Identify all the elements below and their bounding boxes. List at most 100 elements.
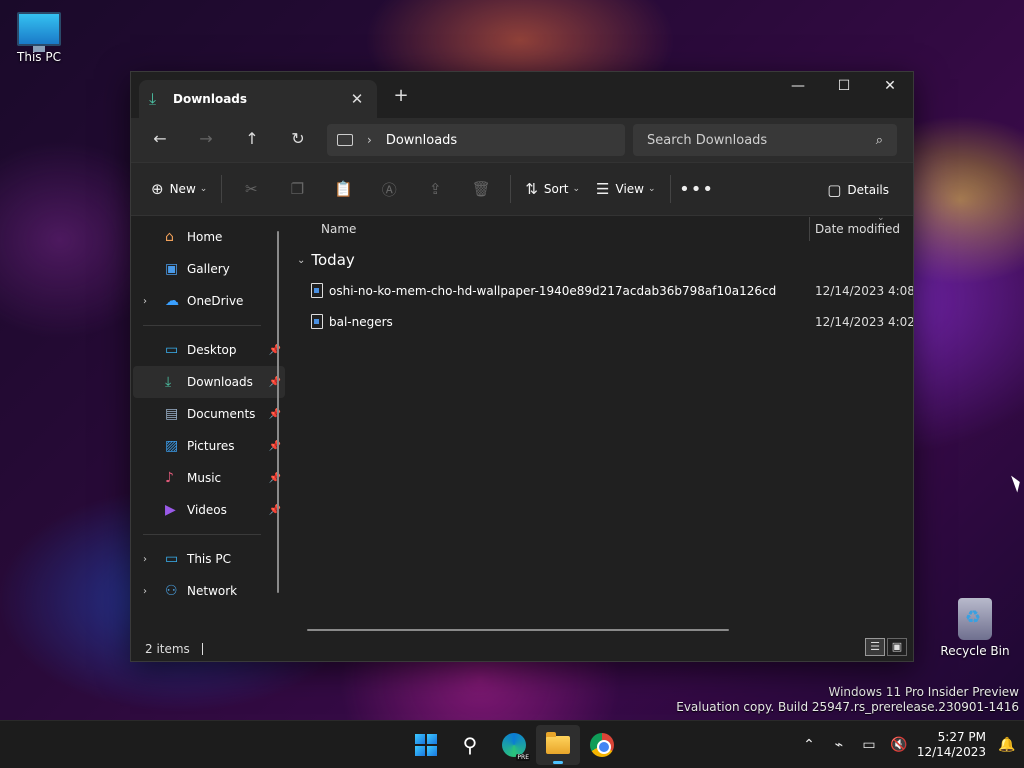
windows-logo-icon: [415, 734, 437, 756]
pin-icon: 📌: [268, 472, 281, 484]
sidebar-item-label: Home: [187, 230, 223, 244]
sidebar-item-label: Videos: [187, 503, 227, 517]
minimize-button[interactable]: —: [775, 72, 821, 102]
sidebar-scrollbar[interactable]: [277, 231, 279, 593]
breadcrumb[interactable]: Downloads: [386, 133, 457, 148]
sort-icon: ⇅: [525, 180, 538, 198]
sidebar-item-onedrive[interactable]: › ☁ OneDrive: [133, 285, 285, 317]
desktop-icon-label: Recycle Bin: [940, 644, 1010, 658]
rename-button[interactable]: Ⓐ: [366, 179, 412, 200]
sort-button[interactable]: ⇅ Sort ⌄: [517, 172, 588, 206]
folder-icon: [546, 732, 570, 754]
toolbar-divider: [510, 175, 512, 203]
display-icon[interactable]: ▭: [854, 737, 884, 753]
clock[interactable]: 5:27 PM 12/14/2023: [914, 730, 990, 760]
copy-button[interactable]: ❐: [274, 180, 320, 198]
sidebar-item-pictures[interactable]: ▨ Pictures 📌: [133, 430, 285, 462]
item-count: 2 items: [145, 642, 190, 656]
details-view-button[interactable]: ☰: [865, 638, 885, 656]
pin-icon: 📌: [268, 408, 281, 420]
maximize-button[interactable]: ☐: [821, 72, 867, 102]
explorer-content: ⌂ Home ▣ Gallery › ☁ OneDrive ▭ Desktop …: [131, 213, 913, 637]
more-options-button[interactable]: •••: [677, 179, 717, 200]
sidebar-item-gallery[interactable]: ▣ Gallery: [133, 253, 285, 285]
notification-bell-icon[interactable]: 🔔: [990, 737, 1024, 753]
chevron-right-icon[interactable]: ›: [143, 586, 165, 597]
new-button[interactable]: ⊕ New ⌄: [143, 172, 215, 206]
gallery-icon: ▣: [165, 261, 179, 277]
desktop-icon-recycle-bin[interactable]: Recycle Bin: [937, 598, 1013, 658]
pin-icon: 📌: [268, 344, 281, 356]
title-bar: ⤓ Downloads ✕ + — ☐ ✕: [131, 72, 913, 118]
view-button[interactable]: ☰ View ⌄: [588, 172, 663, 206]
sidebar-item-videos[interactable]: ▶ Videos 📌: [133, 494, 285, 526]
chevron-right-icon[interactable]: ›: [143, 296, 165, 307]
sidebar-item-network[interactable]: › ⚇ Network: [133, 575, 285, 607]
network-status-icon[interactable]: ⌁: [824, 737, 854, 753]
volume-muted-icon[interactable]: 🔇: [884, 737, 914, 753]
sidebar-item-home[interactable]: ⌂ Home: [133, 221, 285, 253]
show-hidden-icons-button[interactable]: ⌃: [794, 737, 824, 753]
search-icon[interactable]: ⌕: [876, 133, 883, 148]
column-header-date-modified[interactable]: Date modified: [815, 222, 900, 236]
sidebar-divider: [143, 534, 261, 535]
desktop-icon-this-pc[interactable]: This PC: [1, 12, 77, 64]
taskbar-file-explorer-button[interactable]: [536, 725, 580, 765]
computer-icon: [337, 134, 353, 146]
status-divider: [201, 643, 203, 655]
edge-icon: [502, 733, 530, 761]
video-icon: ▶: [165, 502, 176, 518]
navigation-bar: ← → ↑ ↻ › Downloads ⌕: [131, 118, 913, 162]
details-label: Details: [847, 183, 889, 197]
music-icon: ♪: [165, 470, 174, 486]
file-row[interactable]: bal-negers 12/14/2023 4:02 PM: [289, 306, 913, 337]
column-header-row: Name ⌄ Date modified: [289, 213, 913, 243]
clock-date: 12/14/2023: [916, 745, 986, 759]
forward-button[interactable]: →: [183, 124, 229, 156]
tiles-view-button[interactable]: ▣: [887, 638, 907, 656]
file-row[interactable]: oshi-no-ko-mem-cho-hd-wallpaper-1940e89d…: [289, 275, 913, 306]
delete-button[interactable]: 🗑: [458, 180, 504, 198]
search-input[interactable]: [647, 132, 876, 148]
new-tab-button[interactable]: +: [389, 86, 413, 108]
taskbar-edge-button[interactable]: [492, 725, 536, 765]
file-explorer-window: ⤓ Downloads ✕ + — ☐ ✕ ← → ↑ ↻ › Download…: [130, 71, 914, 662]
details-pane-button[interactable]: ▢ Details: [819, 173, 897, 207]
tab-downloads[interactable]: ⤓ Downloads ✕: [139, 80, 377, 118]
group-header-today[interactable]: ⌄ Today: [289, 245, 913, 275]
paste-button[interactable]: 📋: [320, 180, 366, 198]
sidebar-item-downloads[interactable]: ⤓ Downloads 📌: [133, 366, 285, 398]
home-icon: ⌂: [165, 229, 174, 245]
sidebar-item-music[interactable]: ♪ Music 📌: [133, 462, 285, 494]
watermark-line: Windows 11 Pro Insider Preview: [828, 685, 1019, 699]
search-box[interactable]: ⌕: [633, 124, 897, 156]
close-tab-icon[interactable]: ✕: [347, 90, 367, 108]
column-header-name[interactable]: Name: [321, 222, 356, 236]
sidebar-item-desktop[interactable]: ▭ Desktop 📌: [133, 334, 285, 366]
close-button[interactable]: ✕: [867, 72, 913, 102]
refresh-button[interactable]: ↻: [275, 124, 321, 156]
chevron-right-icon[interactable]: ›: [367, 133, 372, 147]
system-tray: ⌃ ⌁ ▭ 🔇 5:27 PM 12/14/2023 🔔: [794, 721, 1024, 768]
cut-button[interactable]: ✂: [228, 180, 274, 198]
toolbar-divider: [221, 175, 223, 203]
share-button[interactable]: ⇪: [412, 180, 458, 198]
sidebar-item-documents[interactable]: ▤ Documents 📌: [133, 398, 285, 430]
sidebar-item-label: Music: [187, 471, 222, 485]
sidebar-divider: [143, 325, 261, 326]
column-resize-handle[interactable]: [809, 217, 810, 241]
pin-icon: 📌: [268, 504, 281, 516]
sidebar-item-label: Network: [187, 584, 238, 598]
address-bar[interactable]: › Downloads: [327, 124, 625, 156]
download-icon: ⤓: [149, 89, 157, 108]
up-button[interactable]: ↑: [229, 124, 275, 156]
chevron-right-icon[interactable]: ›: [143, 554, 165, 565]
taskbar-search-button[interactable]: ⚲: [448, 725, 492, 765]
back-button[interactable]: ←: [137, 124, 183, 156]
sidebar-item-label: Downloads: [187, 375, 253, 389]
taskbar-chrome-button[interactable]: [580, 725, 624, 765]
pin-icon: 📌: [268, 440, 281, 452]
sidebar-item-this-pc[interactable]: › ▭ This PC: [133, 543, 285, 575]
start-button[interactable]: [404, 725, 448, 765]
horizontal-scrollbar[interactable]: [307, 629, 729, 631]
